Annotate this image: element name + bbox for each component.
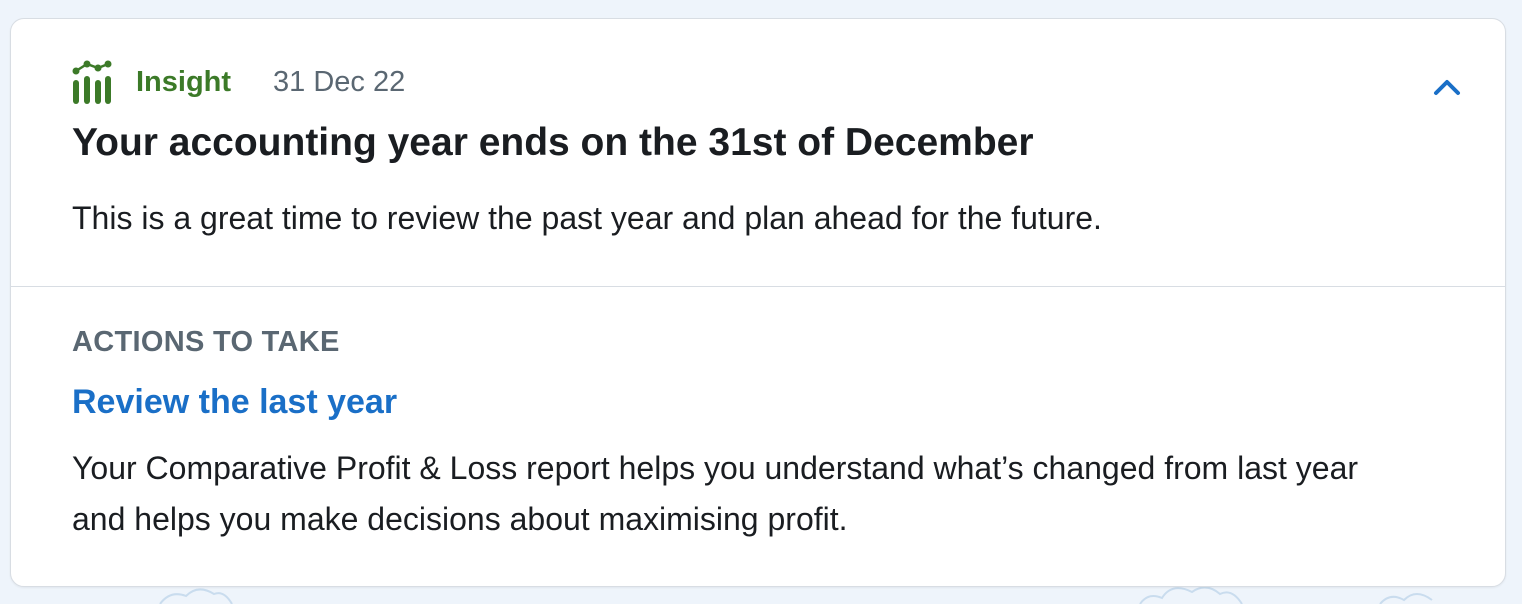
insight-summary: Insight 31 Dec 22 Your accounting year e… [11,19,1505,287]
insight-label: Insight [136,65,232,98]
insight-bars-icon [72,59,112,105]
insight-card: Insight 31 Dec 22 Your accounting year e… [10,18,1506,587]
review-last-year-link[interactable]: Review the last year [72,383,397,422]
insight-meta-row: Insight 31 Dec 22 [72,59,405,105]
chevron-up-icon [1433,78,1461,101]
collapse-button[interactable] [1427,71,1467,107]
action-description: Your Comparative Profit & Loss report he… [72,450,1359,537]
page: Insight 31 Dec 22 Your accounting year e… [0,0,1522,604]
insight-title: Your accounting year ends on the 31st of… [72,121,1034,164]
insight-description: This is a great time to review the past … [72,200,1102,236]
actions-heading: ACTIONS TO TAKE [72,326,340,358]
insight-date: 31 Dec 22 [273,65,406,98]
